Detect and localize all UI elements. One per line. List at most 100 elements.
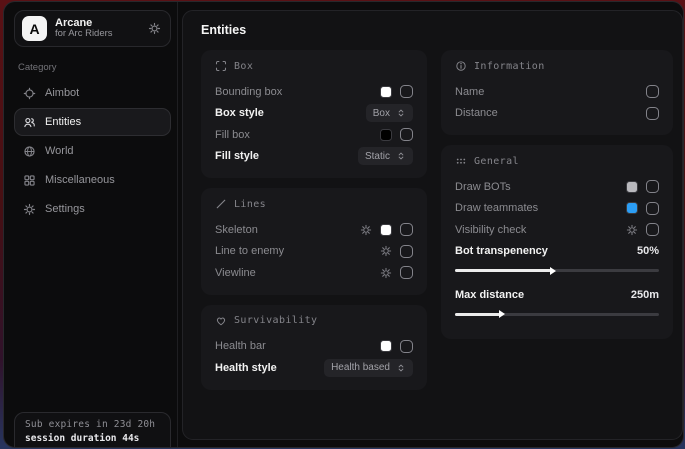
setting-row-box-style: Box style Box: [215, 103, 413, 125]
card-title: General: [474, 156, 519, 167]
setting-label: Viewline: [215, 267, 256, 279]
general-card: General Draw BOTs Draw teammates: [441, 145, 673, 339]
setting-label: Draw BOTs: [455, 181, 511, 193]
main-area: Entities Box Bounding box: [178, 2, 684, 447]
sidebar-item-miscellaneous[interactable]: Miscellaneous: [14, 166, 171, 194]
dropdown-value: Box: [373, 108, 390, 119]
color-swatch[interactable]: [380, 86, 392, 98]
checkbox[interactable]: [400, 128, 413, 141]
sidebar-item-label: Miscellaneous: [45, 174, 115, 186]
fill-style-dropdown[interactable]: Static: [358, 147, 413, 165]
setting-row-bot-transparency: Bot transpenency 50%: [455, 241, 659, 263]
setting-label: Bounding box: [215, 86, 282, 98]
color-swatch[interactable]: [380, 224, 392, 236]
sidebar-item-entities[interactable]: Entities: [14, 108, 171, 136]
app-subtitle: for Arc Riders: [55, 29, 148, 40]
grid-icon: [23, 174, 36, 187]
setting-row-health-style: Health style Health based: [215, 357, 413, 379]
app-logo: A: [22, 16, 47, 41]
checkbox[interactable]: [400, 266, 413, 279]
chevron-updown-icon: [396, 108, 406, 118]
checkbox[interactable]: [400, 85, 413, 98]
gear-icon[interactable]: [380, 245, 392, 257]
setting-row-health-bar: Health bar: [215, 336, 413, 358]
setting-label: Health bar: [215, 340, 266, 352]
category-label: Category: [18, 62, 177, 73]
setting-label: Box style: [215, 107, 264, 119]
box-card: Box Bounding box Box style: [201, 50, 427, 178]
slider-fill: [455, 269, 551, 272]
color-swatch[interactable]: [380, 129, 392, 141]
box-style-dropdown[interactable]: Box: [366, 104, 413, 122]
setting-row-max-distance: Max distance 250m: [455, 284, 659, 306]
setting-label: Distance: [455, 107, 498, 119]
gear-icon: [23, 203, 36, 216]
checkbox[interactable]: [400, 223, 413, 236]
sidebar-item-aimbot[interactable]: Aimbot: [14, 79, 171, 107]
information-card: Information Name Distance: [441, 50, 673, 135]
color-swatch[interactable]: [380, 340, 392, 352]
sidebar-item-label: Settings: [45, 203, 85, 215]
checkbox[interactable]: [646, 85, 659, 98]
setting-label: Line to enemy: [215, 245, 284, 257]
checkbox[interactable]: [646, 202, 659, 215]
info-icon: [455, 60, 467, 72]
gear-icon[interactable]: [360, 224, 372, 236]
color-swatch[interactable]: [626, 202, 638, 214]
setting-label: Fill style: [215, 150, 259, 162]
chevron-updown-icon: [396, 151, 406, 161]
lines-card: Lines Skeleton Line to enemy: [201, 188, 427, 295]
color-swatch[interactable]: [626, 181, 638, 193]
setting-row-fill-style: Fill style Static: [215, 146, 413, 168]
box-corners-icon: [215, 60, 227, 72]
sidebar-item-world[interactable]: World: [14, 137, 171, 165]
crosshair-icon: [23, 87, 36, 100]
checkbox[interactable]: [646, 107, 659, 120]
slider-value: 250m: [631, 289, 659, 301]
survivability-card: Survivability Health bar Health style: [201, 305, 427, 390]
bot-transparency-slider[interactable]: [455, 269, 659, 272]
checkbox[interactable]: [400, 340, 413, 353]
setting-label: Draw teammates: [455, 202, 538, 214]
sub-expiry-text: Sub expires in 23d 20h: [25, 419, 160, 430]
card-title: Lines: [234, 199, 266, 210]
sidebar-item-label: Aimbot: [45, 87, 79, 99]
globe-icon: [23, 145, 36, 158]
dots-grid-icon: [455, 155, 467, 167]
setting-row-fill-box: Fill box: [215, 124, 413, 146]
setting-label: Bot transpenency: [455, 245, 548, 257]
gear-icon[interactable]: [626, 224, 638, 236]
session-duration-text: session duration 44s: [25, 433, 160, 444]
setting-row-line-to-enemy: Line to enemy: [215, 241, 413, 263]
checkbox[interactable]: [400, 245, 413, 258]
app-window: A Arcane for Arc Riders Category Aimbot …: [3, 1, 684, 448]
setting-row-bounding-box: Bounding box: [215, 81, 413, 103]
entities-panel: Entities Box Bounding box: [182, 10, 683, 440]
setting-label: Health style: [215, 362, 277, 374]
slider-fill: [455, 313, 500, 316]
checkbox[interactable]: [646, 180, 659, 193]
setting-row-name: Name: [455, 81, 659, 103]
checkbox[interactable]: [646, 223, 659, 236]
heart-icon: [215, 315, 227, 327]
gear-icon[interactable]: [380, 267, 392, 279]
card-title: Box: [234, 61, 253, 72]
setting-row-skeleton: Skeleton: [215, 219, 413, 241]
health-style-dropdown[interactable]: Health based: [324, 359, 413, 377]
gear-icon[interactable]: [148, 22, 161, 35]
diagonal-line-icon: [215, 198, 227, 210]
setting-row-draw-teammates: Draw teammates: [455, 198, 659, 220]
max-distance-slider[interactable]: [455, 313, 659, 316]
chevron-updown-icon: [396, 363, 406, 373]
setting-label: Fill box: [215, 129, 250, 141]
entities-icon: [23, 116, 36, 129]
sidebar-item-label: World: [45, 145, 74, 157]
setting-row-visibility-check: Visibility check: [455, 219, 659, 241]
setting-label: Visibility check: [455, 224, 526, 236]
subscription-card: Sub expires in 23d 20h session duration …: [14, 412, 171, 448]
left-column: Box Bounding box Box style: [201, 50, 427, 390]
dropdown-value: Static: [365, 151, 390, 162]
sidebar-item-settings[interactable]: Settings: [14, 195, 171, 223]
setting-label: Max distance: [455, 289, 524, 301]
brand-card: A Arcane for Arc Riders: [14, 10, 171, 47]
